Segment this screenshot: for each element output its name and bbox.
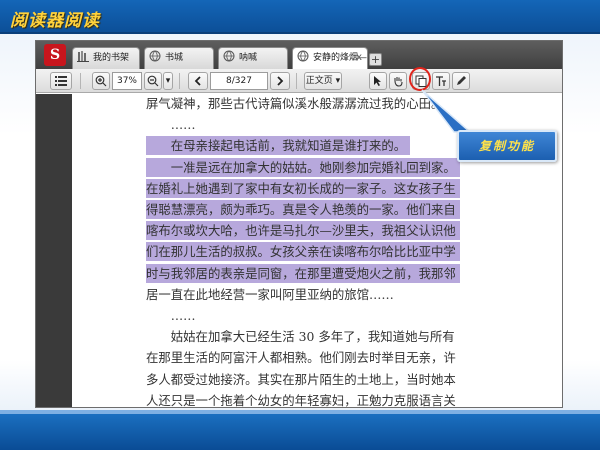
next-page-button[interactable] — [270, 72, 290, 90]
zoom-level-field[interactable]: 37% — [112, 72, 142, 90]
hand-tool-button[interactable] — [389, 72, 407, 90]
select-tool-button[interactable] — [369, 72, 387, 90]
globe-icon — [297, 50, 309, 62]
tab-bookshelf[interactable]: 我的书架 — [72, 47, 140, 69]
app-logo-icon: S — [44, 44, 66, 66]
list-button[interactable] — [50, 72, 72, 90]
tab-nahan[interactable]: 呐喊 — [218, 47, 288, 69]
chevron-right-icon — [277, 76, 284, 86]
text-line: 在婚礼上她遇到了家中有女初长成的一家子。这女孩子生 — [146, 178, 460, 198]
text-line: 在那里生活的阿富汗人都相熟。他们刚去时举目无亲，许 — [146, 350, 456, 366]
callout-text: 复制功能 — [478, 139, 535, 153]
tab-label: 我的书架 — [93, 53, 130, 63]
zoom-in-button[interactable] — [92, 72, 110, 90]
page-number-field[interactable]: 8/327 — [210, 72, 268, 90]
bookshelf-icon — [77, 51, 89, 62]
chevron-left-icon — [194, 76, 201, 86]
text-line: 时与我邻居的表亲是同窗，在那里遭受炮火之前，我那邻 — [146, 263, 460, 283]
prev-page-button[interactable] — [188, 72, 208, 90]
text-line: …… — [146, 308, 196, 323]
new-tab-button[interactable]: + — [369, 53, 382, 66]
toolbar-divider — [179, 73, 180, 89]
zoom-in-icon — [95, 75, 107, 87]
text-tool-icon — [436, 76, 446, 86]
text-line: …… — [146, 117, 196, 133]
cursor-arrow-icon — [374, 76, 381, 86]
zoom-out-button[interactable] — [144, 72, 162, 90]
page-gutter — [36, 94, 72, 407]
text-line: 在母亲接起电话前，我就知道是谁打来的。 — [146, 136, 411, 156]
text-line: 姑姑在加拿大已经生活 30 多年了，我知道她与所有 — [146, 329, 455, 345]
hand-icon — [394, 77, 403, 87]
chevron-down-icon: ▾ — [335, 76, 341, 86]
text-line: 们在那儿生活的叔叔。女孩父亲在读喀布尔哈比比亚中学 — [146, 242, 460, 262]
text-line: 得聪慧漂亮，颇为乖巧。真是令人艳羡的一家。他们来自 — [146, 200, 460, 219]
text-line: 居一直在此地经营一家叫阿里亚纳的旅馆…… — [146, 286, 394, 302]
text-line: 屏气凝神，那些古代诗篇似溪水般潺潺流过我的心田。 — [146, 96, 444, 111]
globe-icon — [149, 50, 161, 62]
tab-bookstore[interactable]: 书城 — [144, 47, 214, 69]
copy-function-callout: 复制功能 — [457, 130, 557, 162]
globe-icon — [223, 50, 235, 62]
reader-window: S 我的书架 书城 呐喊 安静的烽烟—... x + — [35, 40, 563, 408]
tab-label: 呐喊 — [239, 53, 258, 63]
tab-bar: S 我的书架 书城 呐喊 安静的烽烟—... x + — [36, 41, 562, 70]
slide-header: 阅读器阅读 — [0, 0, 600, 34]
zoom-out-icon — [147, 75, 159, 87]
text-line: 一准是远在加拿大的姑姑。她刚参加完婚礼回到家。 — [146, 157, 460, 177]
list-icon — [55, 76, 67, 86]
text-line: 喀布尔或坎大哈，也许是马扎尔—沙里夫，我祖父认识他 — [146, 221, 460, 241]
slide-title: 阅读器阅读 — [10, 11, 100, 31]
tab-current-book[interactable]: 安静的烽烟—... x — [292, 47, 368, 70]
text-line: 人还只是一个拖着个幼女的年轻寡妇，正勉力克服语言关 — [146, 392, 456, 408]
toolbar: 37% ▾ 8/327 正文页 ▾ — [36, 69, 562, 93]
text-line: 多人都受过她接济。其实在那片陌生的土地上，当时她本 — [146, 371, 456, 387]
zoom-dropdown-button[interactable]: ▾ — [163, 72, 173, 90]
tab-label: 书城 — [165, 53, 184, 63]
slide-footer — [0, 414, 600, 450]
toolbar-divider — [296, 73, 297, 89]
view-mode-dropdown[interactable]: 正文页 ▾ — [304, 72, 342, 90]
pen-icon — [457, 76, 466, 85]
view-mode-label: 正文页 — [305, 76, 333, 86]
toolbar-divider — [80, 73, 81, 89]
close-icon[interactable]: x — [356, 48, 362, 68]
